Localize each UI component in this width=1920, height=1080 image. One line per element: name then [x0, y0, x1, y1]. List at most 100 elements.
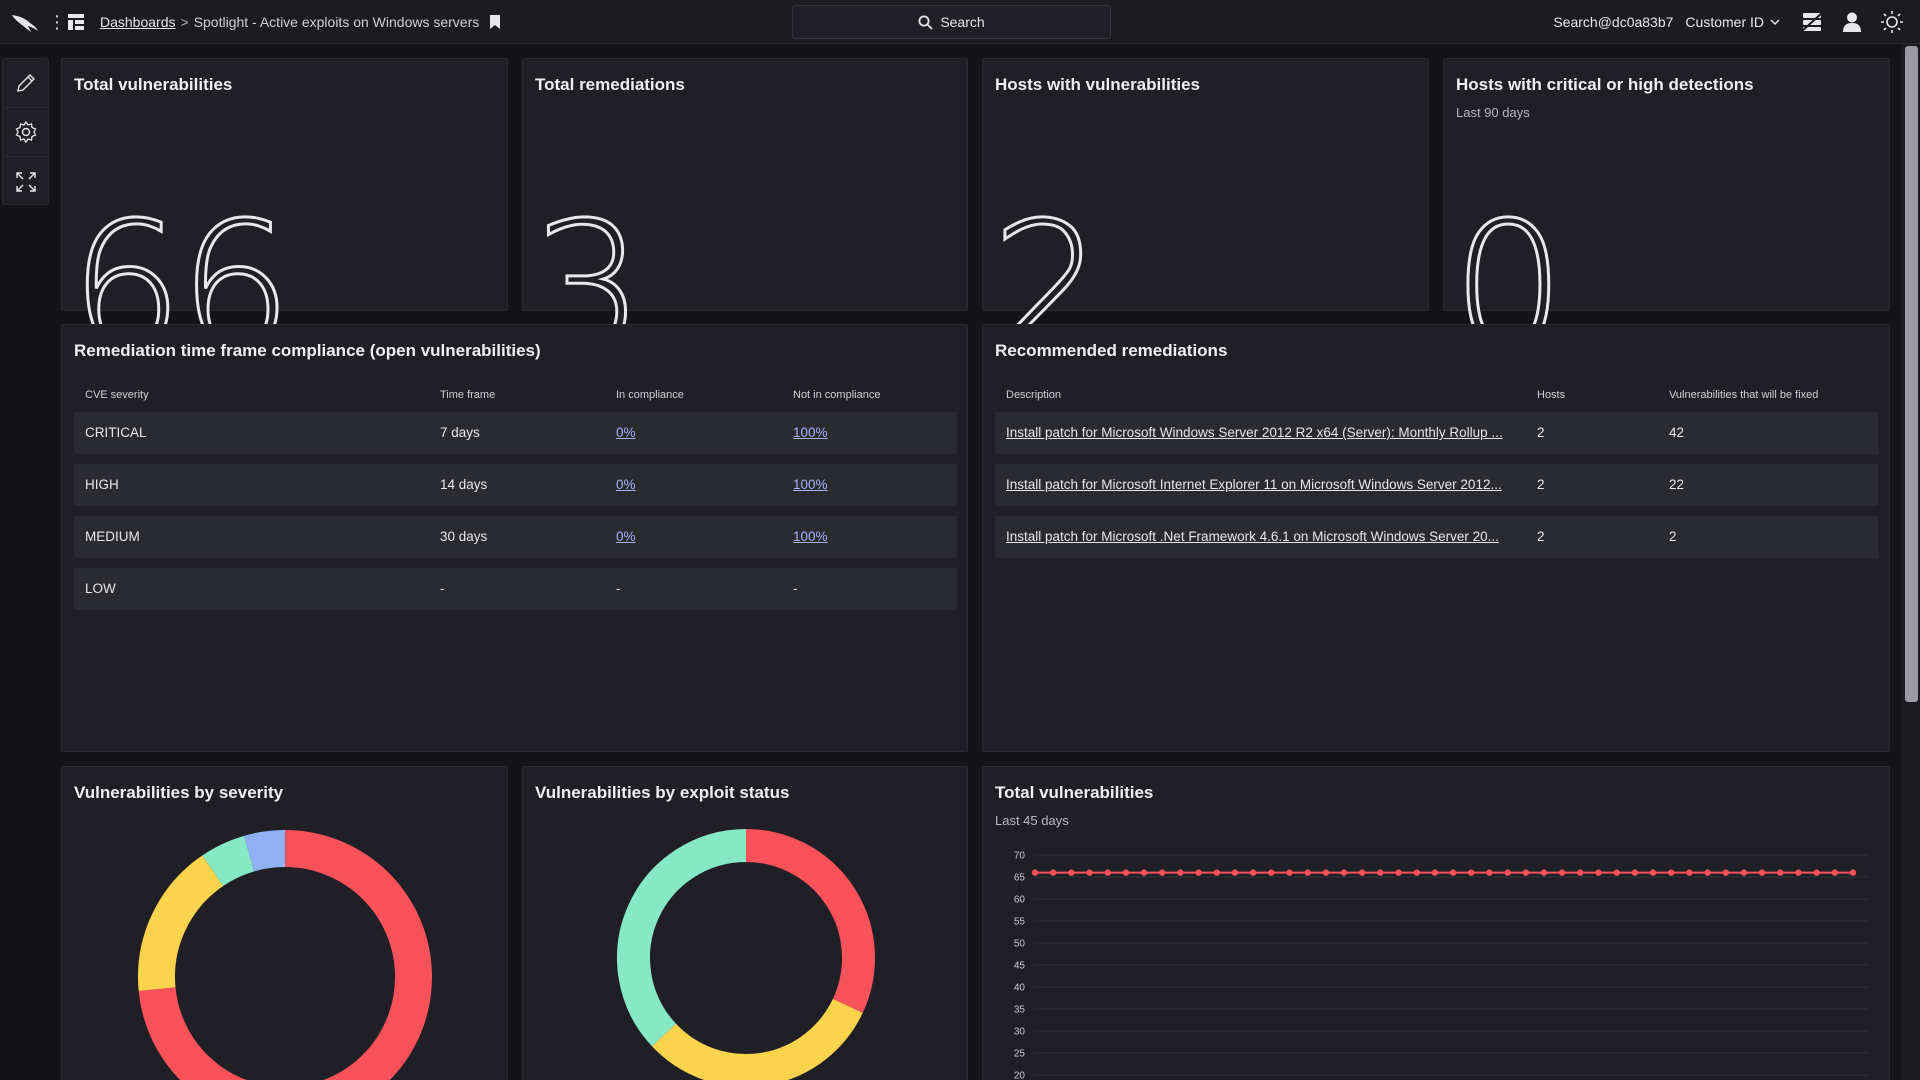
global-search-button[interactable]: Search — [792, 5, 1111, 39]
y-tick-label: 65 — [1014, 873, 1026, 884]
data-point[interactable] — [1649, 869, 1657, 876]
data-point[interactable] — [1849, 869, 1857, 876]
data-point[interactable] — [1377, 869, 1384, 876]
remediation-link[interactable]: Install patch for Microsoft Internet Exp… — [1006, 464, 1516, 506]
chevron-down-icon — [1770, 19, 1780, 25]
dashboard-settings-button[interactable] — [3, 108, 48, 157]
compliance-title: Remediation time frame compliance (open … — [74, 341, 541, 360]
y-tick-label: 30 — [1014, 1027, 1026, 1038]
hosts-cell: 2 — [1537, 529, 1545, 544]
breadcrumb-dashboards-link[interactable]: Dashboards — [100, 14, 176, 30]
not-in-compliance-link[interactable]: 100% — [793, 516, 828, 558]
data-point[interactable] — [1340, 869, 1348, 876]
data-point[interactable] — [1522, 869, 1529, 876]
data-point[interactable] — [1631, 869, 1639, 876]
data-point[interactable] — [1486, 869, 1493, 876]
theme-sun-icon[interactable] — [1880, 10, 1904, 34]
data-point[interactable] — [1140, 869, 1148, 876]
donut-slice-0[interactable] — [745, 829, 875, 1013]
hosts-cell: 2 — [1537, 425, 1545, 440]
data-point[interactable] — [1540, 869, 1548, 876]
severity-cell: MEDIUM — [85, 529, 140, 544]
pencil-icon — [16, 74, 35, 92]
data-point[interactable] — [1613, 869, 1620, 876]
in-compliance-link[interactable]: 0% — [616, 464, 636, 506]
compliance-panel: Remediation time frame compliance (open … — [61, 324, 968, 752]
tile-hosts-with-vulnerabilities: Hosts with vulnerabilities 2 — [982, 58, 1429, 378]
donut-slice-2[interactable] — [202, 835, 255, 887]
y-tick-label: 25 — [1014, 1049, 1026, 1060]
scrollbar-thumb[interactable] — [1905, 46, 1918, 702]
in-compliance-link[interactable]: 0% — [616, 412, 636, 454]
data-point[interactable] — [1795, 869, 1802, 876]
dashboard-icon[interactable] — [66, 12, 86, 32]
data-point[interactable] — [1595, 869, 1602, 876]
data-point[interactable] — [1304, 869, 1311, 876]
y-tick-label: 60 — [1014, 895, 1026, 906]
data-point[interactable] — [1504, 869, 1511, 876]
data-point[interactable] — [1159, 869, 1166, 876]
severity-cell: CRITICAL — [85, 425, 147, 440]
data-point[interactable] — [1195, 869, 1202, 876]
data-point[interactable] — [1577, 869, 1584, 876]
fullscreen-button[interactable] — [3, 157, 48, 206]
dashboard-tools-rail — [2, 58, 49, 205]
donut-slice-3[interactable] — [243, 830, 286, 872]
falcon-logo-icon[interactable] — [10, 10, 40, 34]
top-bar: ⋮ Dashboards > Spotlight - Active exploi… — [0, 0, 1920, 44]
notifications-stack-icon[interactable] — [1800, 10, 1824, 34]
data-point[interactable] — [1049, 869, 1057, 876]
data-point[interactable] — [1686, 869, 1693, 876]
data-point[interactable] — [1122, 869, 1130, 876]
breadcrumb-separator: > — [180, 14, 189, 30]
donut-slice-1[interactable] — [651, 998, 863, 1080]
data-point[interactable] — [1249, 869, 1257, 876]
remediation-link[interactable]: Install patch for Microsoft .Net Framewo… — [1006, 516, 1516, 558]
user-profile-icon[interactable] — [1840, 10, 1864, 34]
customer-id-dropdown[interactable]: Customer ID — [1685, 14, 1780, 30]
data-point[interactable] — [1813, 869, 1820, 876]
customer-id-label: Customer ID — [1685, 14, 1764, 30]
data-point[interactable] — [1268, 869, 1275, 876]
data-point[interactable] — [1359, 869, 1366, 876]
data-point[interactable] — [1104, 869, 1111, 876]
data-point[interactable] — [1758, 869, 1766, 876]
data-point[interactable] — [1086, 869, 1093, 876]
data-point[interactable] — [1449, 869, 1457, 876]
data-point[interactable] — [1722, 869, 1729, 876]
in-compliance-cell: - — [616, 581, 621, 596]
in-compliance-link[interactable]: 0% — [616, 516, 636, 558]
edit-dashboard-button[interactable] — [3, 59, 48, 108]
data-point[interactable] — [1468, 869, 1475, 876]
data-point[interactable] — [1777, 869, 1784, 876]
severity-cell: LOW — [85, 581, 116, 596]
data-point[interactable] — [1831, 869, 1839, 876]
data-point[interactable] — [1231, 869, 1239, 876]
data-point[interactable] — [1213, 869, 1220, 876]
data-point[interactable] — [1068, 869, 1075, 876]
more-menu-icon[interactable]: ⋮ — [48, 12, 66, 32]
gear-icon — [15, 120, 36, 144]
bookmark-icon[interactable] — [489, 15, 501, 29]
donut-slice-2[interactable] — [617, 829, 747, 1047]
vulns-fixed-cell: 42 — [1669, 425, 1685, 440]
data-point[interactable] — [1704, 869, 1711, 876]
data-point[interactable] — [1740, 869, 1748, 876]
data-point[interactable] — [1413, 869, 1420, 876]
data-point[interactable] — [1395, 869, 1402, 876]
data-point[interactable] — [1031, 869, 1039, 876]
trend-chart-panel: Total vulnerabilities Last 45 days 70 65 6… — [982, 766, 1890, 1080]
not-in-compliance-link[interactable]: 100% — [793, 412, 828, 454]
y-tick-label: 20 — [1014, 1071, 1026, 1080]
column-header-timeframe: Time frame — [440, 389, 496, 401]
data-point[interactable] — [1322, 869, 1330, 876]
donut-slice-1[interactable] — [138, 855, 224, 991]
remediation-link[interactable]: Install patch for Microsoft Windows Serv… — [1006, 412, 1516, 454]
data-point[interactable] — [1668, 869, 1675, 876]
not-in-compliance-link[interactable]: 100% — [793, 464, 828, 506]
data-point[interactable] — [1431, 869, 1439, 876]
data-point[interactable] — [1286, 869, 1293, 876]
data-point[interactable] — [1558, 869, 1566, 876]
severity-cell: HIGH — [85, 477, 119, 492]
data-point[interactable] — [1177, 869, 1184, 876]
